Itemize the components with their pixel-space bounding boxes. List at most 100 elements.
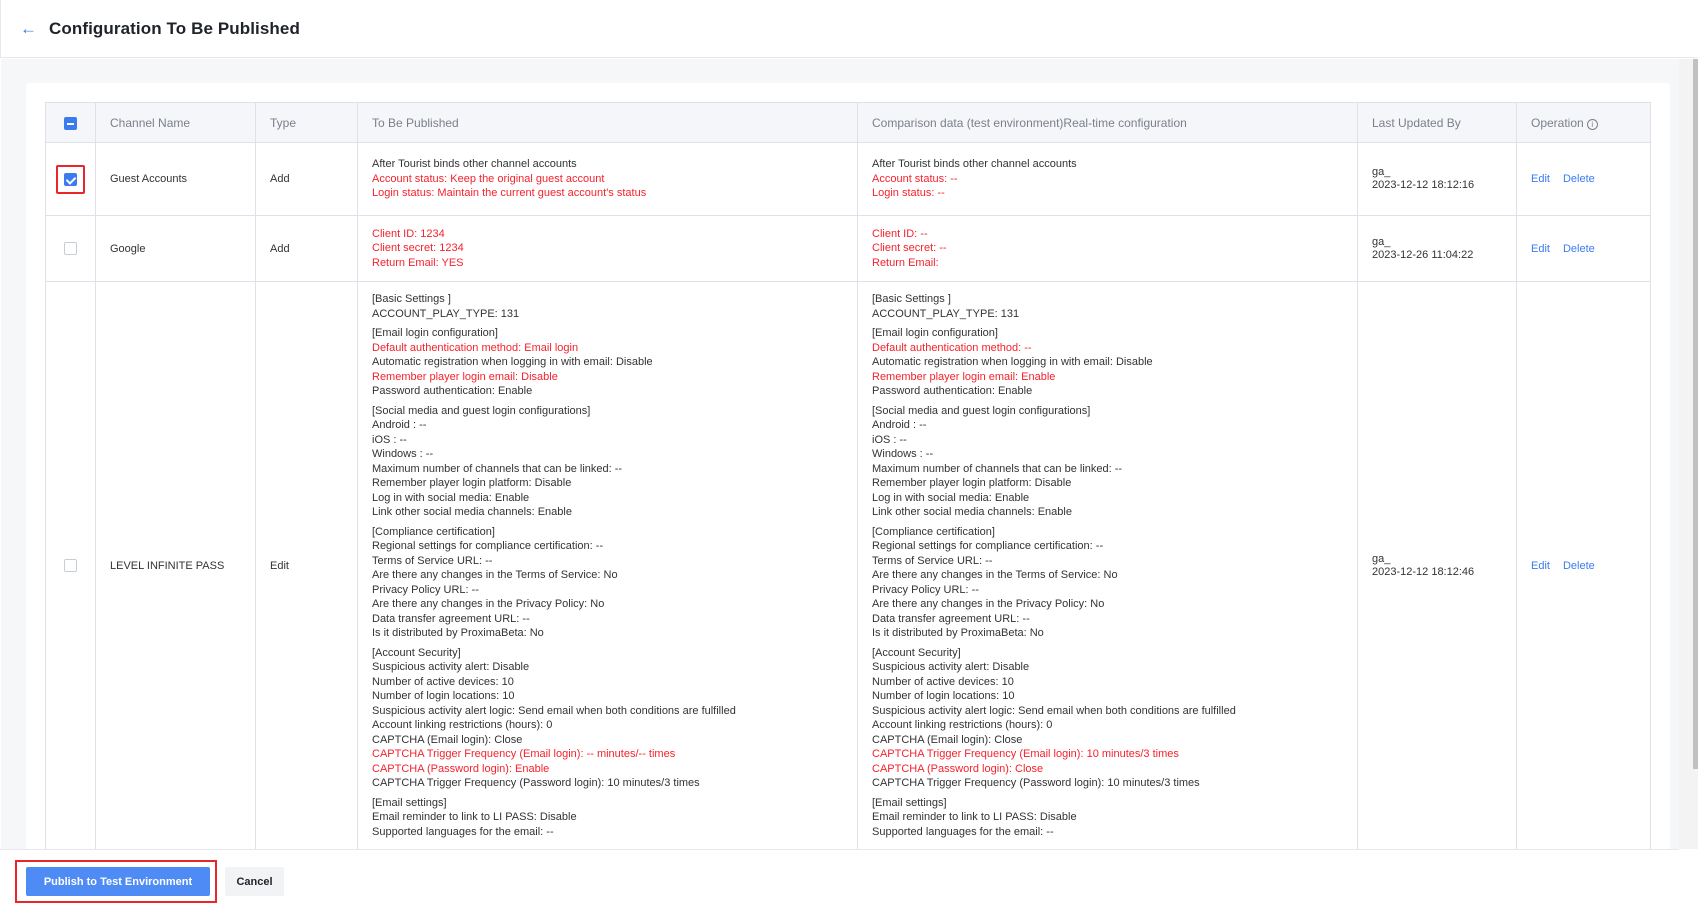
config-group: [Compliance certification] Regional setti… [872, 525, 1357, 641]
config-line: Windows : -- [872, 448, 934, 460]
config-group: [Basic Settings ] ACCOUNT_PLAY_TYPE: 131 [372, 292, 857, 321]
config-group: [Email settings] Email reminder to link t… [372, 796, 857, 840]
scrollbar-thumb[interactable] [1693, 59, 1698, 769]
updated-at-timestamp: 2023-12-26 11:04:22 [1372, 248, 1474, 261]
config-line: [Email settings] [372, 796, 447, 809]
config-line: Are there any changes in the Privacy Pol… [372, 598, 605, 610]
column-header-to-be-published: To Be Published [357, 102, 858, 143]
type-cell: Add [255, 142, 358, 216]
config-line: Automatic registration when logging in w… [372, 356, 653, 368]
table-row: Guest Accounts Add After Tourist binds oth… [45, 142, 1651, 216]
operation-cell: Edit Delete [1516, 142, 1651, 216]
config-line-changed: Client ID: -- [872, 227, 928, 240]
config-group: [Account Security] Suspicious activity al… [372, 646, 857, 791]
config-line: Are there any changes in the Privacy Pol… [872, 598, 1105, 610]
config-line: Maximum number of channels that can be l… [872, 462, 1123, 475]
edit-link[interactable]: Edit [1531, 560, 1550, 572]
delete-link[interactable]: Delete [1563, 173, 1595, 185]
config-line-changed: Login status: Maintain the current guest… [372, 187, 647, 200]
config-line: Android : -- [372, 419, 427, 431]
config-line: Suspicious activity alert: Disable [872, 661, 1030, 673]
config-line-changed: Login status: -- [872, 187, 945, 200]
config-line-changed: Return Email: [872, 256, 939, 269]
last-updated-cell: ga_ 2023-12-12 18:12:16 [1357, 142, 1517, 216]
config-line: Regional settings for compliance certifi… [872, 540, 1104, 552]
config-line-changed: CAPTCHA (Password login): Close [872, 762, 1044, 775]
config-line: Data transfer agreement URL: -- [872, 612, 1030, 625]
config-line-changed: Account status: -- [872, 172, 958, 185]
info-circle-icon[interactable]: i [1586, 118, 1598, 130]
config-line: Maximum number of channels that can be l… [372, 462, 623, 475]
config-line: [Basic Settings ] [372, 293, 451, 305]
publish-to-test-environment-button[interactable]: Publish to Test Environment [26, 867, 210, 896]
row-select-cell [45, 215, 96, 282]
channel-name-cell: Guest Accounts [95, 142, 256, 216]
config-line: Windows : -- [372, 448, 434, 460]
comparison-cell: Client ID: -- Client secret: -- Return Ema… [857, 215, 1358, 282]
operation-cell: Edit Delete [1516, 215, 1651, 282]
delete-link[interactable]: Delete [1563, 243, 1595, 255]
row-checkbox[interactable] [64, 242, 77, 255]
config-line: ACCOUNT_PLAY_TYPE: 131 [872, 307, 1020, 320]
config-line: Are there any changes in the Terms of Se… [872, 569, 1118, 581]
operation-header-label: Operation [1531, 115, 1584, 130]
config-line: ACCOUNT_PLAY_TYPE: 131 [372, 307, 520, 320]
config-line: Regional settings for compliance certifi… [372, 540, 604, 552]
checkbox-highlight-box [56, 164, 85, 194]
updated-by-user: ga_ [1372, 166, 1391, 178]
row-checkbox[interactable] [64, 172, 77, 186]
config-line: Link other social media channels: Enable [372, 506, 572, 518]
type-cell: Add [255, 215, 358, 282]
config-line: iOS : -- [372, 433, 407, 446]
select-all-checkbox[interactable] [64, 116, 77, 130]
config-line: Privacy Policy URL: -- [372, 583, 479, 596]
config-line-changed: CAPTCHA Trigger Frequency (Email login):… [372, 748, 676, 760]
updated-by-user: ga_ [1372, 552, 1391, 565]
column-header-type: Type [255, 102, 358, 143]
config-line: Supported languages for the email: -- [372, 825, 554, 838]
config-line-changed: Default authentication method: -- [872, 341, 1032, 354]
config-line: Suspicious activity alert logic: Send em… [372, 704, 736, 717]
config-line: Suspicious activity alert: Disable [372, 661, 530, 673]
arrow-left-icon[interactable]: ← [20, 19, 38, 38]
to-be-published-cell: Client ID: 1234 Client secret: 1234 Return… [357, 215, 858, 282]
edit-link[interactable]: Edit [1531, 173, 1550, 185]
config-line: Email reminder to link to LI PASS: Disab… [872, 811, 1077, 823]
config-group: Client ID: -- Client secret: -- Return Ema… [872, 227, 1357, 271]
config-group: [Basic Settings ] ACCOUNT_PLAY_TYPE: 131 [872, 292, 1357, 321]
config-line: iOS : -- [872, 433, 907, 446]
config-line: Number of active devices: 10 [872, 675, 1014, 688]
config-line: [Email login configuration] [372, 327, 498, 339]
config-line: [Account Security] [872, 646, 961, 659]
config-line: Privacy Policy URL: -- [872, 583, 979, 596]
last-updated-cell: ga_ 2023-12-12 18:12:46 [1357, 281, 1517, 850]
channel-name-cell: LEVEL INFINITE PASS [95, 281, 256, 850]
config-group: [Email login configuration] Default authe… [372, 326, 857, 399]
config-group: [Social media and guest login configurat… [872, 404, 1357, 520]
config-line-changed: Default authentication method: Email log… [372, 341, 579, 354]
footer-bar: Publish to Test Environment Cancel [0, 849, 1679, 911]
config-line: [Email settings] [872, 796, 947, 809]
config-line: Is it distributed by ProximaBeta: No [372, 627, 544, 639]
config-line: Remember player login platform: Disable [372, 477, 572, 489]
edit-link[interactable]: Edit [1531, 243, 1550, 255]
to-be-published-cell: [Basic Settings ] ACCOUNT_PLAY_TYPE: 131[… [357, 281, 858, 850]
config-line: [Compliance certification] [372, 525, 495, 538]
comparison-cell: After Tourist binds other channel accoun… [857, 142, 1358, 216]
page-scrollbar[interactable] [1679, 59, 1698, 849]
updated-at-timestamp: 2023-12-12 18:12:16 [1372, 179, 1475, 191]
config-group: [Social media and guest login configurat… [372, 404, 857, 520]
operation-cell: Edit Delete [1516, 281, 1651, 850]
cancel-button[interactable]: Cancel [225, 867, 284, 896]
delete-link[interactable]: Delete [1563, 560, 1595, 572]
comparison-cell: [Basic Settings ] ACCOUNT_PLAY_TYPE: 131[… [857, 281, 1358, 850]
row-checkbox[interactable] [64, 559, 77, 572]
config-line: CAPTCHA Trigger Frequency (Password logi… [872, 777, 1200, 789]
table-row: Google Add Client ID: 1234 Client secret: 1… [45, 215, 1651, 282]
config-line: [Basic Settings ] [872, 293, 951, 305]
config-line: CAPTCHA (Email login): Close [372, 733, 523, 746]
type-cell: Edit [255, 281, 358, 850]
config-line-changed: Return Email: YES [372, 256, 464, 269]
config-line: Log in with social media: Enable [372, 491, 530, 504]
config-group: [Email login configuration] Default authe… [872, 326, 1357, 399]
